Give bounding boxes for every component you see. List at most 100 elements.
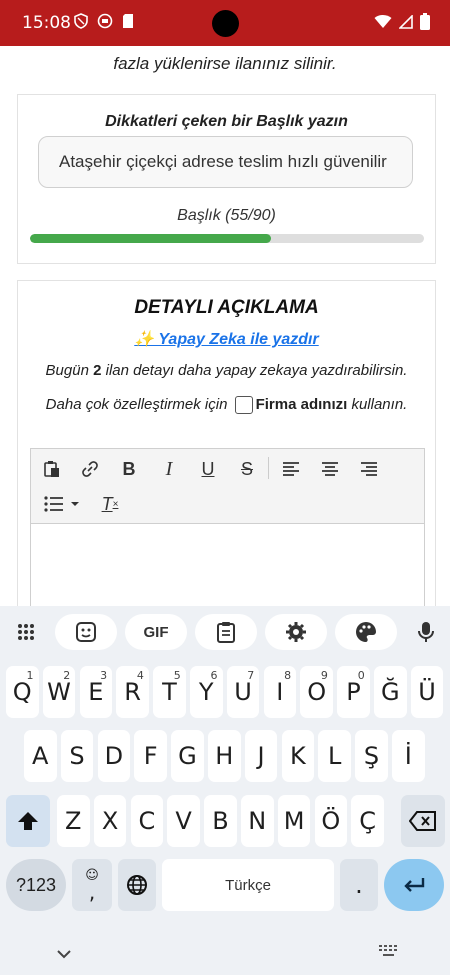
settings-gear-icon[interactable] <box>265 614 327 650</box>
firma-label: Firma adınızı <box>255 396 348 413</box>
key-ğ[interactable]: Ğ <box>374 666 407 718</box>
key-w[interactable]: W2 <box>42 666 76 718</box>
language-globe-icon[interactable] <box>118 859 156 911</box>
vpn-shield-icon <box>73 13 89 34</box>
space-key[interactable]: Türkçe <box>162 859 334 911</box>
emoji-comma-key[interactable]: ☺ , <box>72 859 112 911</box>
on-screen-keyboard: GIF Q1W2E3R4T5Y6U7I8O9P0ĞÜ ASDFGHJKLŞİ Z… <box>0 606 450 975</box>
wifi-icon <box>374 14 392 34</box>
key-hint-number: 3 <box>100 669 108 682</box>
align-center-icon[interactable] <box>317 456 343 482</box>
key-z[interactable]: Z <box>57 795 90 847</box>
editor-toolbar: B I U S T × <box>31 449 424 524</box>
key-u[interactable]: U7 <box>226 666 260 718</box>
clear-format-icon[interactable]: T × <box>97 491 123 517</box>
title-counter: Başlık (55/90) <box>177 207 276 224</box>
key-hint-number: 0 <box>357 669 365 682</box>
clock: 15:08 <box>22 13 71 33</box>
underline-icon[interactable]: U <box>195 456 221 482</box>
key-v[interactable]: V <box>167 795 200 847</box>
key-ü[interactable]: Ü <box>410 666 444 718</box>
key-hint-number: 8 <box>284 669 292 682</box>
status-bar: 15:08 <box>0 0 450 46</box>
key-a[interactable]: A <box>24 730 57 782</box>
enter-key[interactable] <box>384 859 444 911</box>
keyboard-switch-icon[interactable] <box>379 944 399 962</box>
page-content: fazla yüklenirse ilanınız silinir. Dikka… <box>0 46 450 606</box>
italic-icon[interactable]: I <box>156 456 182 482</box>
key-b[interactable]: B <box>204 795 237 847</box>
list-dropdown-icon[interactable] <box>67 491 83 517</box>
description-card: DETAYLI AÇIKLAMA ✨ Yapay Zeka ile yazdır… <box>17 280 436 606</box>
key-l[interactable]: L <box>318 730 351 782</box>
key-n[interactable]: N <box>241 795 274 847</box>
align-right-icon[interactable] <box>356 456 382 482</box>
sd-card-icon <box>121 13 135 34</box>
strikethrough-icon[interactable]: S <box>234 456 260 482</box>
key-g[interactable]: G <box>171 730 204 782</box>
bullet-list-icon[interactable] <box>41 491 67 517</box>
title-input[interactable]: Ataşehir çiçekçi adrese teslim hızlı güv… <box>38 136 413 188</box>
camera-cutout <box>212 10 239 37</box>
key-i[interactable]: I8 <box>263 666 297 718</box>
clipboard-icon[interactable] <box>195 614 257 650</box>
key-ö[interactable]: Ö <box>314 795 348 847</box>
firma-checkbox[interactable] <box>234 396 253 415</box>
shift-key[interactable] <box>6 795 50 847</box>
align-left-icon[interactable] <box>278 456 304 482</box>
hide-keyboard-chevron-icon[interactable] <box>57 946 71 964</box>
key-o[interactable]: O9 <box>300 666 333 718</box>
title-progress-fill <box>30 234 271 243</box>
key-s[interactable]: S <box>60 730 94 782</box>
notice-text: fazla yüklenirse ilanınız silinir. <box>113 54 337 73</box>
key-x[interactable]: X <box>93 795 127 847</box>
sticker-icon[interactable] <box>55 614 117 650</box>
notification-icon <box>97 13 113 34</box>
key-hint-number: 7 <box>247 669 255 682</box>
key-ş[interactable]: Ş <box>355 730 388 782</box>
rich-text-editor[interactable]: B I U S T × <box>30 448 425 606</box>
key-k[interactable]: K <box>281 730 315 782</box>
title-label: Dikkatleri çeken bir Başlık yazın <box>105 113 348 130</box>
key-m[interactable]: M <box>277 795 311 847</box>
symbols-key[interactable]: ?123 <box>6 859 66 911</box>
signal-icon <box>398 13 413 34</box>
key-hint-number: 2 <box>63 669 71 682</box>
key-y[interactable]: Y6 <box>190 666 223 718</box>
navigation-bar <box>0 934 450 975</box>
key-t[interactable]: T5 <box>153 666 186 718</box>
microphone-icon[interactable] <box>406 614 446 650</box>
key-j[interactable]: J <box>244 730 278 782</box>
title-progress-bar <box>30 234 424 243</box>
key-r[interactable]: R4 <box>116 666 149 718</box>
key-c[interactable]: C <box>130 795 164 847</box>
key-p[interactable]: P0 <box>337 666 370 718</box>
period-key[interactable]: . <box>340 859 378 911</box>
paste-icon[interactable] <box>39 456 65 482</box>
key-hint-number: 5 <box>173 669 181 682</box>
bold-icon[interactable]: B <box>116 456 142 482</box>
apps-grid-icon[interactable] <box>6 614 46 650</box>
info-text-post: kullanın. <box>351 396 408 413</box>
key-f[interactable]: F <box>134 730 167 782</box>
info-text-pre: Bugün <box>45 362 89 379</box>
key-hint-number: 4 <box>136 669 144 682</box>
key-h[interactable]: H <box>208 730 241 782</box>
key-d[interactable]: D <box>97 730 131 782</box>
link-icon[interactable] <box>77 456 103 482</box>
gif-button[interactable]: GIF <box>125 614 187 650</box>
backspace-key[interactable] <box>401 795 445 847</box>
remaining-count: 2 <box>93 362 102 379</box>
ai-info-text: Bugün 2 ilan detayı daha yapay zekaya ya… <box>30 354 423 422</box>
key-i̇[interactable]: İ <box>392 730 425 782</box>
ai-write-link[interactable]: ✨ Yapay Zeka ile yazdır <box>18 329 435 349</box>
key-hint-number: 1 <box>26 669 34 682</box>
description-title: DETAYLI AÇIKLAMA <box>134 297 319 318</box>
battery-icon <box>420 13 430 35</box>
key-ç[interactable]: Ç <box>351 795 384 847</box>
key-q[interactable]: Q1 <box>6 666 39 718</box>
comma-label: , <box>88 879 96 904</box>
theme-palette-icon[interactable] <box>335 614 397 650</box>
key-e[interactable]: E3 <box>79 666 113 718</box>
key-hint-number: 6 <box>210 669 218 682</box>
